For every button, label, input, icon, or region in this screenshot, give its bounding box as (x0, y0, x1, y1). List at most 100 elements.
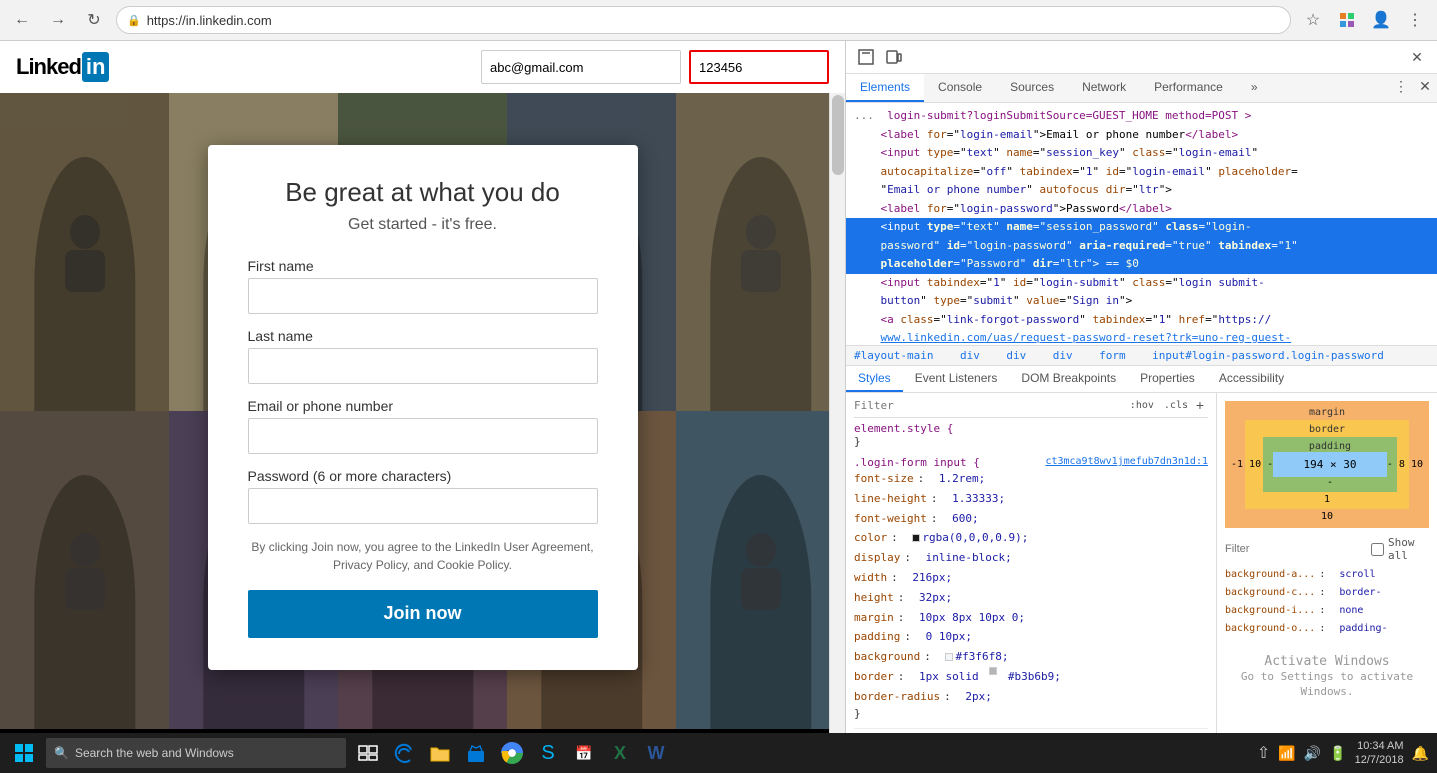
last-name-input[interactable] (248, 348, 598, 384)
html-line: autocapitalize="off" tabindex="1" id="lo… (846, 163, 1437, 182)
css-rule-element-style: element.style { } (854, 422, 1208, 448)
padding-label: padding (1267, 441, 1393, 452)
html-line-highlighted: password" id="login-password" aria-requi… (846, 237, 1437, 256)
tab-performance[interactable]: Performance (1140, 74, 1237, 102)
forward-button[interactable]: → (44, 6, 72, 34)
tab-sources[interactable]: Sources (996, 74, 1068, 102)
password-field: Password (6 or more characters) (248, 468, 598, 524)
cls-label[interactable]: .cls (1158, 400, 1188, 411)
address-bar[interactable]: 🔒 https://in.linkedin.com (116, 6, 1291, 34)
border-layer: border 10 padding - 194 × 30 (1245, 420, 1409, 509)
css-selector-login: .login-form input { (854, 456, 980, 469)
html-line: <input tabindex="1" id="login-submit" cl… (846, 274, 1437, 293)
lock-icon: 🔒 (127, 14, 141, 27)
box-filter-row: Show all (1225, 536, 1429, 562)
breadcrumb-div1[interactable]: div (960, 349, 980, 362)
last-name-field: Last name (248, 328, 598, 384)
color-swatch-gray2[interactable] (989, 667, 997, 675)
email-input[interactable] (248, 418, 598, 454)
devtools-close[interactable]: ✕ (1413, 74, 1437, 98)
network-icon[interactable]: 📶 (1278, 745, 1295, 762)
styles-tab-event-listeners[interactable]: Event Listeners (903, 366, 1010, 392)
margin-left: -1 (1231, 459, 1243, 470)
styles-pane: :hov .cls + element.style { } .login-for… (846, 393, 1217, 773)
styles-tab-dom-breakpoints[interactable]: DOM Breakpoints (1009, 366, 1128, 392)
styles-tab-properties[interactable]: Properties (1128, 366, 1207, 392)
breadcrumb-div2[interactable]: div (1006, 349, 1026, 362)
browser-chrome: ← → ↻ 🔒 https://in.linkedin.com ☆ 👤 ⋮ (0, 0, 1437, 41)
devtools-lower: :hov .cls + element.style { } .login-for… (846, 393, 1437, 773)
taskbar-time[interactable]: 10:34 AM 12/7/2018 (1355, 739, 1404, 768)
css-rule-login-form: .login-form input { ct3mca9t8wv1jmefub7d… (854, 456, 1208, 720)
css-prop-font-weight: font-weight (854, 509, 927, 529)
breadcrumb-div3[interactable]: div (1053, 349, 1073, 362)
color-swatch-black[interactable] (912, 534, 920, 542)
extensions-button[interactable] (1333, 6, 1361, 34)
margin-label: margin (1231, 407, 1423, 418)
padding-layer: padding - 194 × 30 - - (1263, 437, 1397, 492)
volume-icon[interactable]: 🔊 (1304, 745, 1321, 762)
inspect-element-button[interactable] (854, 45, 878, 69)
modal-subtitle: Get started - it's free. (248, 216, 598, 234)
html-line: <a class="link-forgot-password" tabindex… (846, 311, 1437, 330)
notification-icon[interactable]: ⇧ (1257, 743, 1270, 763)
styles-tab-styles[interactable]: Styles (846, 366, 903, 392)
html-line: button" type="submit" value="Sign in"> (846, 292, 1437, 311)
css-prop-background: background (854, 647, 920, 667)
tab-network[interactable]: Network (1068, 74, 1140, 102)
url-text: https://in.linkedin.com (147, 13, 272, 28)
styles-filter-input[interactable] (854, 399, 1126, 412)
color-swatch-gray[interactable] (945, 653, 953, 661)
add-style-button[interactable]: + (1192, 397, 1208, 413)
devtools-main-tabs: Elements Console Sources Network Perform… (846, 74, 1437, 103)
show-all-label[interactable]: Show all (1388, 536, 1429, 562)
border-label: border (1249, 424, 1405, 435)
hov-label[interactable]: :hov (1130, 400, 1154, 411)
css-file-link[interactable]: ct3mca9t8wv1jmefub7dn3n1d:1 (1045, 456, 1208, 469)
devtools-breadcrumb: #layout-main div div div form input#logi… (846, 345, 1437, 366)
join-now-button[interactable]: Join now (248, 590, 598, 638)
star-button[interactable]: ☆ (1299, 6, 1327, 34)
html-line: <label for="login-password">Password</la… (846, 200, 1437, 219)
activate-windows-notice: Activate Windows Go to Settings to activ… (1225, 654, 1429, 699)
reload-button[interactable]: ↻ (80, 6, 108, 34)
border-right: 8 (1399, 459, 1405, 470)
box-model-pane: margin -1 border 10 padding (1217, 393, 1437, 773)
notification-center-icon[interactable]: 🔔 (1412, 745, 1429, 762)
email-label: Email or phone number (248, 398, 598, 414)
css-prop-margin: margin (854, 608, 894, 628)
styles-tab-accessibility[interactable]: Accessibility (1207, 366, 1296, 392)
signup-modal: Be great at what you do Get started - it… (208, 145, 638, 670)
modal-overlay: Be great at what you do Get started - it… (0, 41, 845, 773)
breadcrumb-layout-main[interactable]: #layout-main (854, 349, 933, 362)
html-pane: ... login-submit?loginSubmitSource=GUEST… (846, 103, 1437, 345)
tab-more[interactable]: » (1237, 74, 1272, 102)
css-prop-display: display (854, 548, 900, 568)
time-display: 10:34 AM (1355, 739, 1404, 753)
devtools-settings[interactable]: ⋮ (1389, 74, 1413, 98)
css-prop-line-height: line-height (854, 489, 927, 509)
margin-right: 10 (1411, 459, 1423, 470)
back-button[interactable]: ← (8, 6, 36, 34)
devtools-panel: ✕ Elements Console Sources Network Perfo… (845, 41, 1437, 773)
last-name-label: Last name (248, 328, 598, 344)
show-all-checkbox[interactable] (1371, 543, 1384, 556)
html-line: <label for="login-email">Email or phone … (846, 126, 1437, 145)
margin-bottom: 10 (1231, 511, 1423, 522)
breadcrumb-input[interactable]: input#login-password.login-password (1152, 349, 1384, 362)
tab-console[interactable]: Console (924, 74, 996, 102)
first-name-input[interactable] (248, 278, 598, 314)
box-filter-input[interactable] (1225, 543, 1367, 555)
more-tools-button[interactable]: ✕ (1405, 45, 1429, 69)
html-line: ... login-submit?loginSubmitSource=GUEST… (846, 107, 1437, 126)
html-line: "Email or phone number" autofocus dir="l… (846, 181, 1437, 200)
device-toolbar-button[interactable] (882, 45, 906, 69)
tab-elements[interactable]: Elements (846, 74, 924, 102)
battery-icon[interactable]: 🔋 (1329, 745, 1346, 762)
box-model-diagram: margin -1 border 10 padding (1225, 401, 1429, 528)
account-button[interactable]: 👤 (1367, 6, 1395, 34)
padding-bottom: - (1267, 477, 1393, 488)
breadcrumb-form[interactable]: form (1099, 349, 1126, 362)
password-input[interactable] (248, 488, 598, 524)
menu-button[interactable]: ⋮ (1401, 6, 1429, 34)
